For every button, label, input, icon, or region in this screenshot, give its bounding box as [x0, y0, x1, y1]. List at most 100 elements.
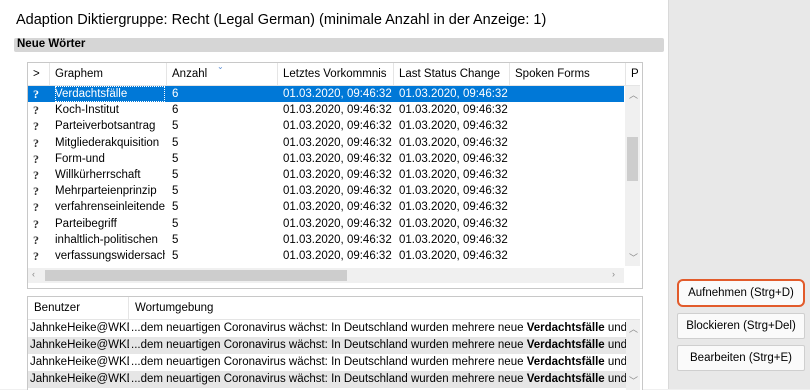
- context-suffix: und Ir: [607, 373, 626, 385]
- cell-anzahl: 5: [172, 152, 179, 165]
- column-header-anzahl[interactable]: Anzahl ⌄: [167, 63, 278, 85]
- cell-anzahl: 6: [172, 104, 179, 117]
- cell-last-status-change: 01.03.2020, 09:46:32: [399, 120, 508, 133]
- status-question-icon: ?: [33, 168, 39, 182]
- column-header-graphem[interactable]: Graphem: [50, 63, 167, 85]
- column-header-expand[interactable]: >: [28, 63, 50, 85]
- accept-button[interactable]: Aufnehmen (Strg+D): [677, 279, 805, 307]
- status-question-icon: ?: [33, 135, 39, 150]
- column-header-benutzer[interactable]: Benutzer: [28, 297, 129, 319]
- cell-spoken-forms: [515, 167, 623, 183]
- scroll-right-arrow-icon[interactable]: ›: [612, 269, 615, 279]
- cell-spoken-forms: [515, 86, 623, 102]
- column-header-last-status-change[interactable]: Last Status Change: [394, 63, 510, 85]
- cell-benutzer: JahnkeHeike@WKD: [30, 373, 129, 385]
- grid-vertical-scroll-thumb[interactable]: [627, 137, 638, 181]
- word-row[interactable]: ? Koch-Institut 6 01.03.2020, 09:46:32 01.03…: [28, 102, 624, 118]
- cell-spoken-forms: [515, 183, 623, 199]
- word-context-grid[interactable]: Benutzer Wortumgebung JahnkeHeike@WKD...…: [27, 296, 643, 390]
- grid-horizontal-scrollbar[interactable]: ‹ ›: [28, 268, 624, 283]
- cell-last-status-change: 01.03.2020, 09:46:32: [399, 136, 508, 149]
- cell-graphem: Parteiverbotsantrag: [55, 120, 156, 133]
- status-question-icon: ?: [33, 119, 39, 134]
- word-row[interactable]: ? Parteiverbotsantrag 5 01.03.2020, 09:46:3…: [28, 118, 624, 134]
- cell-spoken-forms: [515, 102, 623, 118]
- grid-vertical-scrollbar[interactable]: ︿ ﹀: [625, 86, 640, 266]
- cell-graphem: inhaltlich-politischen: [55, 233, 158, 246]
- usage-vertical-scrollbar[interactable]: ︿ ﹀: [626, 320, 640, 390]
- usage-scroll-down-arrow-icon[interactable]: ﹀: [629, 374, 638, 387]
- context-highlighted-word: Verdachtsfälle: [526, 356, 605, 368]
- cell-last-status-change: 01.03.2020, 09:46:32: [399, 185, 508, 198]
- cell-last-status-change: 01.03.2020, 09:46:32: [399, 104, 508, 117]
- cell-last-status-change: 01.03.2020, 09:46:32: [399, 233, 508, 246]
- cell-letztes-vorkommnis: 01.03.2020, 09:46:32: [283, 250, 392, 262]
- context-row[interactable]: JahnkeHeike@WKD ...dem neuartigen Coronav…: [28, 371, 626, 388]
- context-prefix: ...dem neuartigen Coronavirus wächst: In…: [131, 373, 527, 385]
- status-question-icon: ?: [33, 87, 39, 101]
- cell-spoken-forms: [515, 232, 623, 248]
- cell-letztes-vorkommnis: 01.03.2020, 09:46:32: [283, 152, 392, 165]
- cell-last-status-change: 01.03.2020, 09:46:32: [399, 250, 508, 262]
- context-highlighted-word: Verdachtsfälle: [526, 322, 605, 334]
- cell-graphem: Mitgliederakquisition: [55, 136, 160, 149]
- context-suffix: und Ir: [607, 356, 626, 368]
- cell-last-status-change: 01.03.2020, 09:46:32: [399, 152, 508, 165]
- cell-last-status-change: 01.03.2020, 09:46:32: [399, 88, 508, 100]
- scroll-left-arrow-icon[interactable]: ‹: [32, 269, 35, 279]
- adaption-panel: Adaption Diktiergruppe: Recht (Legal Ger…: [0, 0, 668, 390]
- status-question-icon: ?: [33, 151, 39, 166]
- cell-wortumgebung: ...dem neuartigen Coronavirus wächst: In…: [131, 337, 626, 354]
- cell-anzahl: 5: [172, 120, 179, 133]
- cell-benutzer: JahnkeHeike@WKD: [30, 356, 129, 368]
- cell-wortumgebung: ...dem neuartigen Coronavirus wächst: In…: [131, 320, 626, 337]
- column-header-wortumgebung[interactable]: Wortumgebung: [129, 297, 640, 319]
- column-header-spoken-forms[interactable]: Spoken Forms: [510, 63, 626, 85]
- word-row[interactable]: ? Form-und 5 01.03.2020, 09:46:32 01.03.2020…: [28, 151, 624, 167]
- word-row[interactable]: ? Verdachtsfälle 6 01.03.2020, 09:46:32 01.0…: [28, 86, 624, 103]
- cell-spoken-forms: [515, 151, 623, 167]
- context-highlighted-word: Verdachtsfälle: [526, 373, 605, 385]
- word-row[interactable]: ? inhaltlich-politischen 5 01.03.2020, 09:4…: [28, 232, 624, 248]
- context-prefix: ...dem neuartigen Coronavirus wächst: In…: [131, 339, 527, 351]
- word-row[interactable]: ? verfahrenseinleitende 5 01.03.2020, 09:46…: [28, 199, 624, 215]
- cell-letztes-vorkommnis: 01.03.2020, 09:46:32: [283, 88, 392, 100]
- new-words-grid[interactable]: > Graphem Anzahl ⌄ Letztes Vorkommnis La…: [27, 62, 643, 289]
- cell-anzahl: 5: [172, 217, 179, 230]
- context-prefix: ...dem neuartigen Coronavirus wächst: In…: [131, 356, 527, 368]
- context-row[interactable]: JahnkeHeike@WKD ...dem neuartigen Coronav…: [28, 337, 626, 354]
- word-row[interactable]: ? Mehrparteienprinzip 5 01.03.2020, 09:46:3…: [28, 183, 624, 199]
- cell-graphem: verfassungswidersach: [55, 250, 165, 262]
- cell-letztes-vorkommnis: 01.03.2020, 09:46:32: [283, 104, 392, 117]
- grid-horizontal-scroll-thumb[interactable]: [45, 270, 347, 281]
- context-row[interactable]: JahnkeHeike@WKD ...dem neuartigen Coronav…: [28, 354, 626, 371]
- status-question-icon: ?: [33, 249, 39, 263]
- window-title: Adaption Diktiergruppe: Recht (Legal Ger…: [16, 12, 547, 28]
- cell-spoken-forms: [515, 118, 623, 134]
- edit-button[interactable]: Bearbeiten (Strg+E): [677, 345, 805, 371]
- cell-letztes-vorkommnis: 01.03.2020, 09:46:32: [283, 185, 392, 198]
- cell-last-status-change: 01.03.2020, 09:46:32: [399, 169, 508, 181]
- column-header-letztes-vorkommnis[interactable]: Letztes Vorkommnis: [278, 63, 394, 85]
- usage-scroll-up-arrow-icon[interactable]: ︿: [629, 322, 638, 335]
- scroll-up-arrow-icon[interactable]: ︿: [629, 88, 638, 101]
- word-row[interactable]: ? Mitgliederakquisition 5 01.03.2020, 09:46…: [28, 135, 624, 151]
- status-question-icon: ?: [33, 232, 39, 247]
- section-label: Neue Wörter: [17, 38, 86, 50]
- section-header: Neue Wörter: [14, 38, 664, 52]
- block-button[interactable]: Blockieren (Strg+Del): [677, 313, 805, 339]
- cell-spoken-forms: [515, 216, 623, 232]
- word-row[interactable]: ? Parteibegriff 5 01.03.2020, 09:46:32 01.03…: [28, 216, 624, 232]
- cell-graphem: Parteibegriff: [55, 217, 117, 230]
- context-row[interactable]: JahnkeHeike@WKD ...dem neuartigen Coronav…: [28, 320, 626, 337]
- column-header-anzahl-label: Anzahl: [172, 68, 208, 80]
- cell-anzahl: 5: [172, 233, 179, 246]
- sort-descending-icon: ⌄: [217, 62, 224, 71]
- scroll-down-arrow-icon[interactable]: ﹀: [629, 251, 638, 264]
- cell-anzahl: 5: [172, 250, 179, 262]
- cell-anzahl: 5: [172, 201, 179, 214]
- context-prefix: ...dem neuartigen Coronavirus wächst: In…: [131, 322, 527, 334]
- word-row[interactable]: ? Willkürherrschaft 5 01.03.2020, 09:46:32 0…: [28, 167, 624, 183]
- word-row[interactable]: ? verfassungswidersach 5 01.03.2020, 09:46:…: [28, 248, 624, 264]
- column-header-p[interactable]: P: [626, 63, 640, 85]
